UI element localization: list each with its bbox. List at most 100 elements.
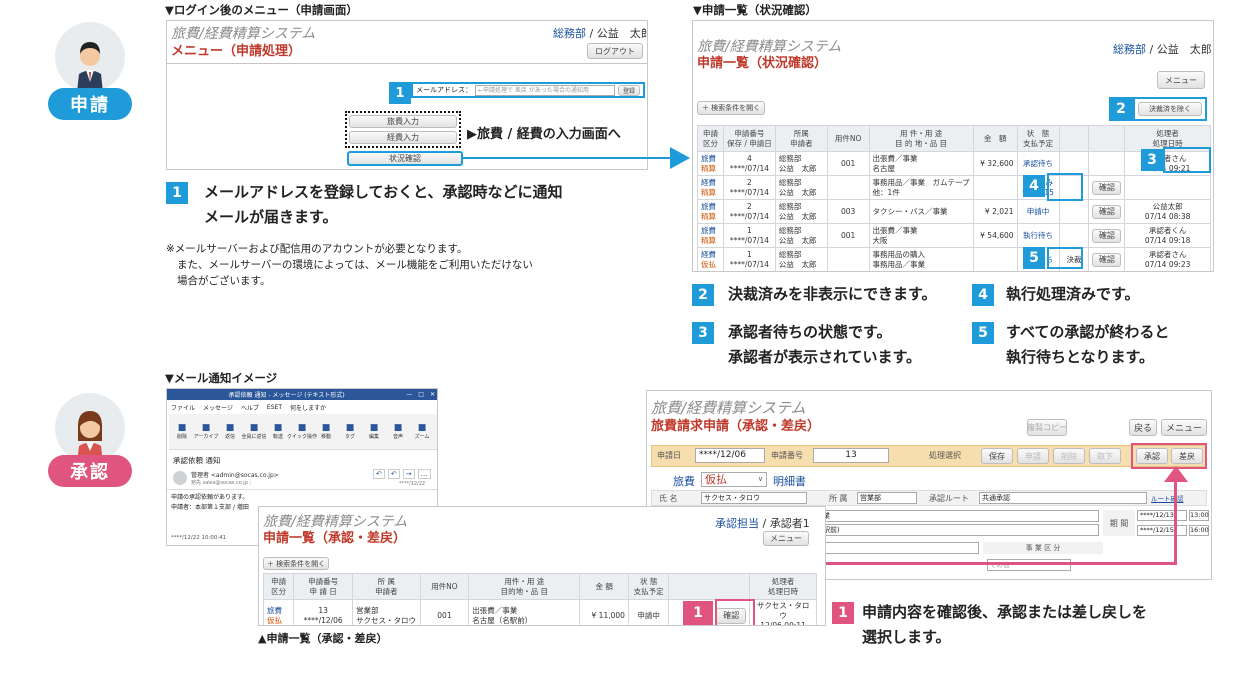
applicant-cell-line2: 公益 太郎 [778, 259, 817, 269]
to-date[interactable]: ****/12/15 [1137, 525, 1187, 536]
mail-menu-item[interactable]: ヘルプ [241, 403, 259, 412]
mail-register-button[interactable]: 登録 [618, 84, 640, 96]
reply-all-icon[interactable]: ↶ [387, 469, 400, 479]
ribbon-button[interactable]: ■ タグ [339, 423, 361, 440]
purpose-cell: 事務用品／事業 ガムテープ 他：1件 [868, 175, 974, 200]
confirm-button[interactable]: 確認 [1092, 180, 1122, 195]
mail-menu-item[interactable]: ESET [267, 404, 282, 411]
mail-menu-item[interactable]: 何をしますか [290, 403, 326, 412]
note-2-text: 決裁済みを非表示にできます。 [728, 285, 937, 303]
apply-button[interactable]: 申請 [1017, 448, 1049, 464]
search-toggle-button[interactable]: ＋ 検索条件を開く [263, 557, 329, 570]
save-button[interactable]: 保存 [981, 448, 1013, 464]
withdraw-button[interactable]: 取下 [1089, 448, 1121, 464]
copy-button[interactable]: 複製コピー [1027, 419, 1067, 436]
route-link[interactable]: ルート確認 [1151, 493, 1184, 503]
ribbon-button[interactable]: ■ クイック操作 [287, 423, 317, 440]
ribbon-button[interactable]: ■ 転送 [267, 423, 289, 440]
mail-menu-item[interactable]: ファイル [171, 403, 195, 412]
user-name: 承認者1 [769, 517, 810, 530]
more-icon[interactable]: … [417, 469, 431, 479]
purpose-field[interactable]: 事業 [813, 510, 1099, 522]
window-close-icon[interactable]: ✕ [430, 391, 435, 398]
note-2-marker: 2 [692, 284, 714, 306]
page-subtitle: 申請一覧（状況確認） [697, 56, 828, 71]
role-badge-approve: 承認 [48, 455, 132, 487]
purpose-cell: タクシー・バス／事業 [868, 199, 974, 224]
table-header-4: 用件・用 途目的地・品 目 [468, 573, 581, 600]
window-minimize-icon[interactable]: — [406, 391, 412, 398]
menu-button[interactable]: メニュー [1161, 419, 1207, 436]
section-select[interactable]: その他 [987, 559, 1071, 571]
table-row[interactable]: 旅費 精算 4 ****/07/14 総務部 公益 太郎 001 出張費／事業 名古屋 ¥ 32,… [697, 151, 1211, 176]
number-cell-line1: 1 [747, 225, 752, 235]
confirm-button[interactable]: 確認 [1092, 204, 1122, 219]
header-text: 処理者 [1156, 128, 1179, 138]
search-toggle-button[interactable]: ＋ 検索条件を開く [697, 101, 765, 115]
status-check-button[interactable]: 状況確認 [347, 151, 463, 166]
ribbon-button[interactable]: ■ ズーム [411, 423, 433, 440]
confirm-button[interactable]: 確認 [1092, 252, 1122, 267]
ribbon-button[interactable]: ■ 返信 [219, 423, 241, 440]
reject-button[interactable]: 差戻 [1171, 448, 1203, 464]
ribbon-button[interactable]: ■ 削除 [171, 423, 193, 440]
divider [167, 489, 437, 490]
date-field[interactable]: ****/12/06 [695, 448, 765, 463]
table-header-1: 申請番号 保存 / 申請日 [722, 125, 776, 152]
logout-button[interactable]: ログアウト [587, 43, 643, 59]
applicant-cell-line1: 営業部 [355, 606, 379, 615]
forward-icon[interactable]: → [402, 469, 415, 479]
section-field-left[interactable] [813, 542, 979, 554]
menu-button[interactable]: メニュー [1157, 71, 1205, 89]
ribbon-button[interactable]: ■ 音声 [387, 423, 409, 440]
ribbon-label: 返信 [224, 434, 235, 440]
menu-button[interactable]: メニュー [763, 531, 809, 546]
ribbon-button[interactable]: ■ アーカイブ [194, 423, 219, 440]
ribbon-label: クイック操作 [287, 434, 318, 440]
header-text: 金 額 [983, 133, 1007, 143]
header-text: 所 属 [377, 576, 396, 586]
table-row[interactable]: 旅費 精算 1 ****/07/14 総務部 公益 太郎 001 出張費／事業 大阪 ¥ 54,6… [697, 223, 1211, 248]
ribbon-button[interactable]: ■ 編集 [363, 423, 385, 440]
mail-input[interactable]: ←申請処理で 差戻 があった場合の通知用 [475, 84, 615, 96]
expense-input-button[interactable]: 経費入力 [349, 131, 457, 144]
place-field[interactable]: 名駅前) [813, 524, 1099, 536]
confirm-button[interactable]: 確認 [1092, 228, 1122, 243]
no-field[interactable]: 13 [813, 448, 889, 463]
hide-settled-button[interactable]: 決裁済を除く [1138, 102, 1202, 116]
from-date[interactable]: ****/12/13 [1137, 510, 1187, 521]
table-header-5: 金 額 [972, 125, 1018, 152]
marker-5: 5 [1023, 247, 1045, 269]
button-cell: 確認 [1088, 223, 1126, 248]
section-label: 事 業 区 分 [983, 542, 1103, 554]
ribbon-button[interactable]: ■ 移動 [315, 423, 337, 440]
ribbon-button[interactable]: ■ 全員に返信 [242, 423, 267, 440]
name-field[interactable]: サクセス・タロウ [701, 492, 807, 504]
reply-icon[interactable]: ↶ [373, 469, 385, 479]
state-cell: 執行待ち [1016, 223, 1060, 248]
note-3-text: 承認者待ちの状態です。 承認者が表示されています。 [728, 320, 921, 370]
dept-field[interactable]: 営業部 [857, 492, 917, 504]
approve-button[interactable]: 承認 [1136, 448, 1168, 464]
table-row[interactable]: 経費仮払1****/07/14総務部公益 太郎事務用品の購入事務用品／事業執行待… [697, 247, 1211, 271]
to-time[interactable]: 16:00 [1189, 525, 1209, 536]
travel-input-button[interactable]: 旅費入力 [349, 115, 457, 128]
delete-button[interactable]: 削除 [1053, 448, 1085, 464]
number-cell: 2 ****/07/14 [722, 175, 776, 200]
class-sub: 精算 [701, 235, 716, 245]
table-row[interactable]: 経費 精算 2 ****/07/14 総務部 公益 太郎 事務用品／事業 ガムテープ 他：1件… [697, 175, 1211, 200]
mail-menu-item[interactable]: メッセージ [203, 403, 233, 412]
kind-select[interactable]: 仮払 ∨ [701, 472, 767, 487]
number-cell-line1: 2 [747, 177, 752, 187]
list-screen: 旅費/経費精算システム 申請一覧（状況確認） 総務部 / 公益 太郎 メニュー … [692, 20, 1214, 272]
note-3-line2: 承認者が表示されています。 [728, 348, 922, 366]
route-select[interactable]: 共通承認 [979, 492, 1147, 504]
window-maximize-icon[interactable]: □ [418, 391, 424, 398]
header-text: 所属 [793, 128, 809, 138]
back-button[interactable]: 戻る [1129, 419, 1157, 436]
user-dept: 総務部 [1113, 43, 1146, 56]
ribbon-icon: ■ [417, 423, 427, 433]
yno-cell [826, 175, 870, 200]
from-time[interactable]: 13:00 [1189, 510, 1209, 521]
table-row[interactable]: 旅費 精算 2 ****/07/14 総務部 公益 太郎 003 タクシー・バス／事業 ¥ 2,… [697, 199, 1211, 224]
